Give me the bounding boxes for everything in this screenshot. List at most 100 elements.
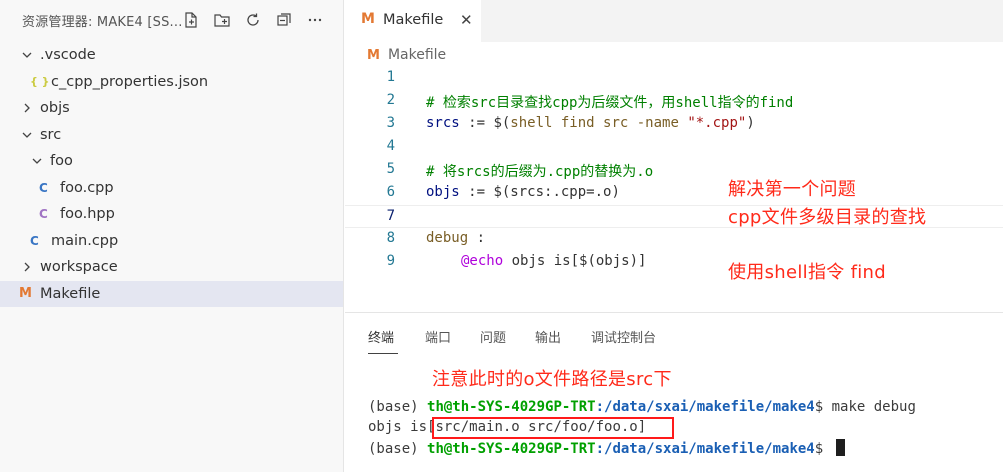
code-line: 6 objs := $(srcs:.cpp=.o)	[345, 182, 1003, 205]
explorer-sidebar: 资源管理器: MAKE4 [SS... .vscode {} c_cpp_pr…	[0, 0, 344, 472]
chevron-right-icon	[24, 103, 30, 113]
code-editor[interactable]: 1 2 # 检索src目录查找cpp为后缀文件，用shell指令的find 3 …	[345, 67, 1003, 274]
terminal-line[interactable]: (base) th@th-SYS-4029GP-TRT:/data/sxai/m…	[368, 439, 845, 457]
terminal-output-label: objs is	[368, 419, 428, 435]
tree-item-foo-hpp[interactable]: C foo.hpp	[0, 201, 343, 228]
tree-item-label: main.cpp	[51, 232, 119, 249]
code-line: 5 # 将srcs的后缀为.cpp的替换为.o	[345, 159, 1003, 182]
tab-makefile[interactable]: M Makefile ✕	[345, 0, 481, 42]
annotation-text: 注意此时的o文件路径是src下	[432, 369, 672, 390]
more-icon[interactable]	[304, 9, 326, 31]
tree-item-label: foo.cpp	[60, 179, 114, 196]
line-number: 4	[386, 138, 395, 154]
tree-item-label: src	[40, 126, 62, 143]
code-line: 1	[345, 67, 1003, 90]
line-number: 2	[386, 92, 395, 108]
makefile-icon: M	[361, 11, 375, 27]
chevron-down-icon	[32, 158, 42, 164]
code-line: 9 @echo objs is[$(objs)]	[345, 251, 1003, 274]
chevron-down-icon	[22, 52, 32, 58]
tab-problems[interactable]: 问题	[480, 327, 506, 346]
refresh-icon[interactable]	[242, 9, 264, 31]
code-line: 4	[345, 136, 1003, 159]
tree-item-label: Makefile	[40, 285, 101, 302]
code-line: 8 debug :	[345, 228, 1003, 251]
tab-ports[interactable]: 端口	[425, 327, 451, 346]
code-target: debug	[426, 230, 469, 246]
cpp-file-icon: C	[30, 233, 39, 248]
chevron-down-icon	[22, 132, 32, 138]
terminal-user: th@th-SYS-4029GP-TRT	[427, 399, 596, 415]
breadcrumb-item[interactable]: Makefile	[388, 47, 446, 63]
tree-item-label: objs	[40, 100, 70, 117]
explorer-title: 资源管理器: MAKE4 [SS...	[22, 14, 183, 30]
terminal-cursor	[835, 439, 845, 456]
chevron-right-icon	[24, 262, 30, 272]
tab-output[interactable]: 输出	[535, 327, 561, 346]
makefile-icon: M	[367, 47, 380, 63]
terminal-path: :/data/sxai/makefile/make4	[595, 441, 815, 457]
annotation-text: 解决第一个问题	[728, 179, 857, 200]
line-number: 9	[386, 253, 395, 269]
tree-item-src[interactable]: src	[0, 122, 343, 149]
new-folder-icon[interactable]	[211, 9, 233, 31]
new-file-icon[interactable]	[180, 9, 202, 31]
bottom-panel: 终端 端口 问题 输出 调试控制台 注意此时的o文件路径是src下 (base)…	[345, 312, 1003, 472]
file-tree: .vscode { } c_cpp_properties.json objs s…	[0, 42, 343, 307]
code-expression: $(srcs:.cpp=.o)	[493, 184, 620, 200]
tab-label: Makefile	[383, 12, 444, 28]
breadcrumb: M Makefile	[367, 44, 446, 66]
terminal-path: :/data/sxai/makefile/make4	[595, 399, 815, 415]
tree-item-foo-cpp[interactable]: C foo.cpp	[0, 175, 343, 202]
tree-item-makefile[interactable]: M Makefile	[0, 280, 343, 307]
code-text: objs is[$(objs)]	[503, 253, 647, 269]
line-number: 1	[386, 69, 395, 85]
tree-item-vscode[interactable]: .vscode	[0, 42, 343, 69]
code-paren: $(	[493, 115, 511, 131]
editor-area: M Makefile ✕ M Makefile 1 2 # 检索src目录查找c…	[345, 0, 1003, 312]
line-number: 5	[386, 161, 395, 177]
terminal-command: make debug	[831, 399, 916, 415]
highlight-box	[432, 417, 674, 439]
code-line: 2 # 检索src目录查找cpp为后缀文件，用shell指令的find	[345, 90, 1003, 113]
tab-debug-console[interactable]: 调试控制台	[591, 327, 656, 346]
code-variable: objs	[426, 184, 460, 200]
json-file-icon: { }	[30, 75, 50, 89]
tree-item-foo[interactable]: foo	[0, 148, 343, 175]
line-number: 8	[386, 230, 395, 246]
code-comment: # 将srcs的后缀为.cpp的替换为.o	[426, 164, 654, 180]
line-number: 7	[386, 208, 395, 224]
explorer-header: 资源管理器: MAKE4 [SS...	[0, 0, 343, 40]
line-number: 3	[386, 115, 395, 131]
tab-terminal[interactable]: 终端	[368, 327, 394, 346]
close-icon[interactable]: ✕	[460, 11, 473, 29]
code-function: shell find src -name	[510, 115, 688, 131]
tree-item-main-cpp[interactable]: C main.cpp	[0, 228, 343, 255]
line-number: 6	[386, 184, 395, 200]
active-tab-indicator	[368, 353, 398, 354]
tree-item-c-cpp-properties[interactable]: { } c_cpp_properties.json	[0, 69, 343, 96]
terminal-user: th@th-SYS-4029GP-TRT	[427, 441, 596, 457]
annotation-text: cpp文件多级目录的查找	[728, 207, 927, 228]
tree-item-objs[interactable]: objs	[0, 95, 343, 122]
code-colon: :	[468, 230, 486, 246]
code-operator: :=	[459, 115, 494, 131]
terminal-prompt: $	[814, 399, 832, 415]
tree-item-label: .vscode	[40, 47, 96, 64]
terminal-prefix: (base)	[368, 399, 428, 415]
terminal-line: (base) th@th-SYS-4029GP-TRT:/data/sxai/m…	[368, 399, 916, 415]
tree-item-label: workspace	[40, 259, 118, 276]
code-directive: @echo	[461, 253, 504, 269]
hpp-file-icon: C	[39, 207, 48, 222]
terminal-prompt: $	[814, 441, 832, 457]
collapse-all-icon[interactable]	[273, 9, 295, 31]
annotation-text: 使用shell指令 find	[728, 262, 886, 283]
code-string: "*.cpp"	[687, 115, 747, 131]
tree-item-label: foo	[50, 153, 73, 170]
editor-tabs: M Makefile ✕	[345, 0, 1003, 42]
tree-item-workspace[interactable]: workspace	[0, 254, 343, 281]
code-paren: )	[746, 115, 755, 131]
terminal-prefix: (base)	[368, 441, 428, 457]
cpp-file-icon: C	[39, 180, 48, 195]
code-variable: srcs	[426, 115, 460, 131]
